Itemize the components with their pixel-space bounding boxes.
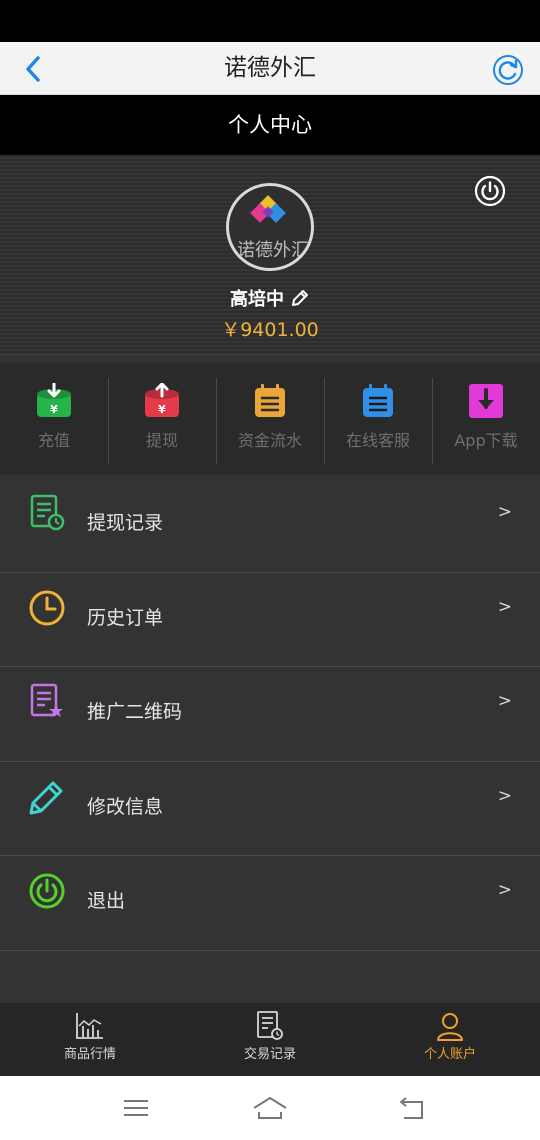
power-icon (474, 175, 506, 207)
quick-action-deposit[interactable]: ¥ 充值 (0, 363, 108, 475)
record-icon (257, 1011, 283, 1040)
quick-action-label: 在线客服 (345, 431, 410, 450)
back-button[interactable] (18, 54, 48, 84)
ledger-icon (255, 384, 285, 417)
personal-center-screen: 诺德外汇 个人中心 诺德外汇 高培中 ￥9401.00 ¥ 充值 ¥ 提现 资金… (0, 0, 540, 1140)
tab-label: 个人账户 (423, 1047, 476, 1062)
quick-action-support[interactable]: 在线客服 (324, 363, 432, 475)
support-icon (363, 384, 393, 417)
quick-action-ledger[interactable]: 资金流水 (216, 363, 324, 475)
refresh-icon (493, 55, 523, 85)
quick-action-label: 资金流水 (237, 431, 302, 450)
menu-item-label: 退出 (87, 890, 126, 912)
refresh-button[interactable] (492, 54, 524, 86)
profile-card: 诺德外汇 高培中 ￥9401.00 (0, 155, 540, 355)
menu-item-edit-info[interactable]: 修改信息 > (0, 761, 540, 856)
chevron-right-icon: > (497, 785, 512, 806)
menu-item-withdraw-record[interactable]: 提现记录 > (0, 478, 540, 573)
logout-power-button[interactable] (474, 175, 506, 207)
user-icon (437, 1013, 463, 1041)
tab-market[interactable]: 商品行情 (0, 1003, 180, 1076)
pencil-icon (29, 781, 63, 814)
chart-icon (76, 1013, 103, 1039)
account-balance: ￥9401.00 (221, 319, 319, 341)
download-icon (469, 384, 503, 418)
status-bar (0, 0, 540, 42)
menu-item-logout[interactable]: 退出 > (0, 856, 540, 951)
chevron-right-icon: > (497, 596, 512, 617)
username-row: 高培中 (0, 285, 540, 311)
quick-action-label: 提现 (145, 431, 178, 450)
username: 高培中 (230, 289, 284, 310)
menu-item-label: 推广二维码 (87, 701, 183, 723)
menu-item-label: 修改信息 (87, 795, 164, 818)
power-icon (29, 873, 65, 909)
app-title: 诺德外汇 (224, 55, 316, 81)
edit-pencil-icon[interactable] (290, 288, 310, 308)
tab-label: 商品行情 (63, 1047, 116, 1062)
bottom-tab-bar: 商品行情 交易记录 个人账户 (0, 1003, 540, 1076)
menu-item-label: 提现记录 (87, 512, 164, 534)
system-navigation-bar (0, 1076, 540, 1140)
home-icon[interactable] (250, 1092, 290, 1124)
quick-action-app-download[interactable]: App下载 (432, 363, 540, 475)
quick-action-label: App下载 (454, 431, 518, 450)
clock-icon (29, 590, 65, 625)
menu-item-label: 历史订单 (87, 606, 164, 629)
quick-actions: ¥ 充值 ¥ 提现 资金流水 在线客服 App下载 (0, 363, 540, 475)
deposit-icon: ¥ (37, 383, 71, 417)
withdraw-record-icon (30, 494, 65, 531)
quick-action-withdraw[interactable]: ¥ 提现 (108, 363, 216, 475)
chevron-left-icon (26, 56, 40, 82)
chevron-right-icon: > (497, 502, 512, 522)
chevron-right-icon: > (497, 880, 512, 900)
page-title: 个人中心 (0, 95, 540, 155)
qrcode-doc-icon (30, 683, 63, 717)
svg-text:¥: ¥ (50, 403, 58, 416)
title-bar: 诺德外汇 (0, 42, 540, 95)
menu-item-promo-qrcode[interactable]: 推广二维码 > (0, 667, 540, 762)
tab-trade-records[interactable]: 交易记录 (180, 1003, 360, 1076)
tab-label: 交易记录 (243, 1047, 296, 1062)
quick-action-label: 充值 (37, 431, 70, 450)
tab-personal-account[interactable]: 个人账户 (360, 1003, 540, 1076)
svg-text:¥: ¥ (158, 403, 166, 416)
menu-item-history-orders[interactable]: 历史订单 > (0, 572, 540, 667)
avatar[interactable]: 诺德外汇 (226, 183, 314, 271)
menu-icon[interactable] (116, 1092, 156, 1124)
account-menu: 提现记录 > 历史订单 > 推广二维码 > 修改信息 > 退出 > (0, 478, 540, 951)
withdraw-icon: ¥ (145, 383, 179, 417)
avatar-logo-text: 诺德外汇 (237, 240, 309, 261)
back-nav-icon[interactable] (392, 1092, 432, 1124)
chevron-right-icon: > (497, 691, 512, 711)
